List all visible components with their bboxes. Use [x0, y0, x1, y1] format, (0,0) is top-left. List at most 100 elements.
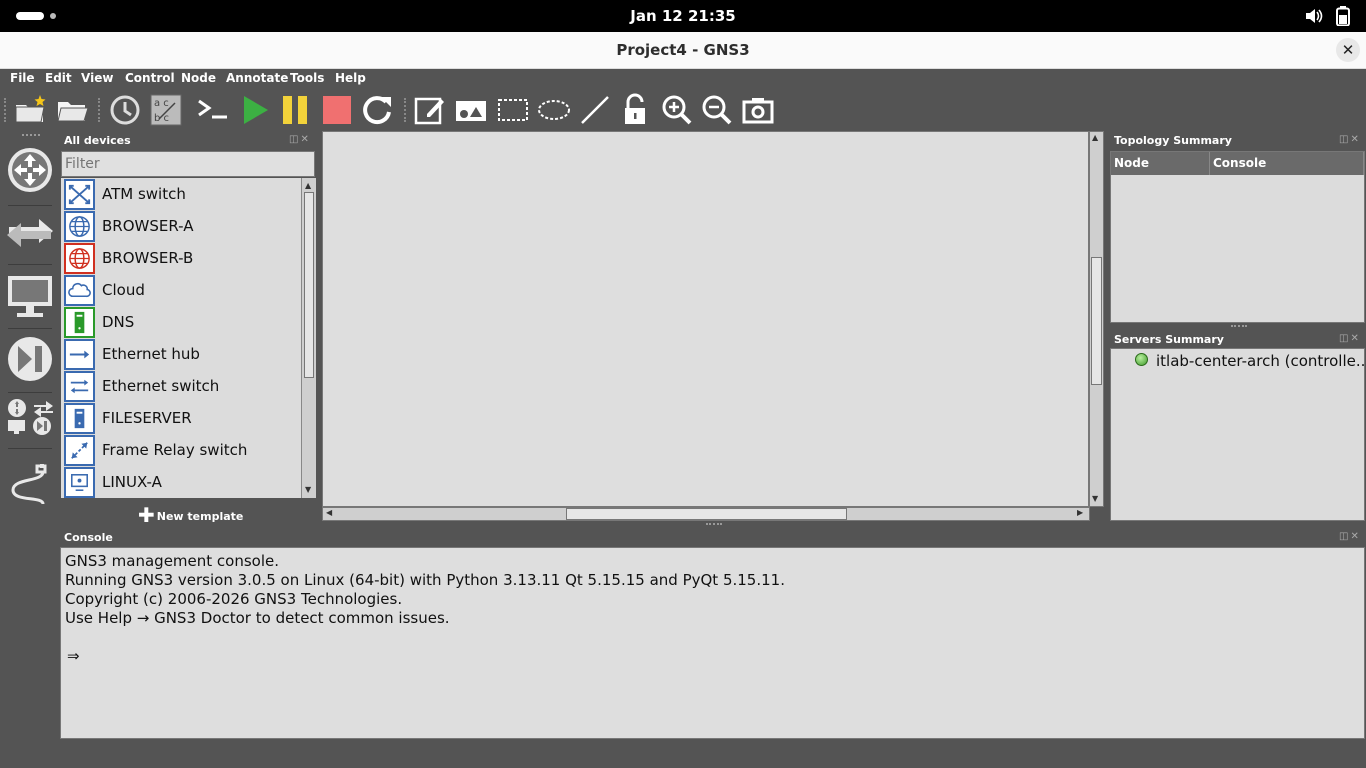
scroll-down-arrow-icon[interactable]: ▼ — [305, 485, 311, 494]
list-item-ethernet-hub[interactable]: Ethernet hub — [61, 338, 301, 370]
console-all-icon[interactable] — [196, 93, 230, 127]
list-item-cloud[interactable]: Cloud — [61, 274, 301, 306]
scroll-up-arrow-icon[interactable]: ▲ — [1092, 133, 1098, 142]
draw-line-icon[interactable] — [578, 93, 612, 127]
security-devices-icon[interactable] — [7, 336, 53, 382]
canvas-vertical-scrollbar[interactable]: ▲ ▼ — [1089, 131, 1104, 507]
scrollbar-thumb[interactable] — [566, 508, 847, 520]
canvas-horizontal-scrollbar[interactable]: ◀ ▶ — [322, 507, 1090, 521]
open-project-icon[interactable] — [55, 93, 89, 127]
frame-relay-icon — [64, 435, 95, 466]
suspend-all-icon[interactable] — [279, 93, 313, 127]
device-label: Ethernet hub — [102, 345, 200, 363]
menu-tools[interactable]: Tools — [290, 71, 324, 85]
zoom-in-icon[interactable] — [660, 93, 694, 127]
toolbar-grip[interactable] — [404, 98, 408, 122]
clock[interactable]: Jan 12 21:35 — [0, 7, 1366, 25]
plus-icon: ✚ — [138, 503, 155, 527]
toolbar-grip[interactable] — [4, 98, 8, 122]
main-toolbar: a c b c — [0, 90, 800, 130]
menu-help[interactable]: Help — [335, 71, 366, 85]
scroll-right-arrow-icon[interactable]: ▶ — [1077, 508, 1083, 517]
console-output[interactable]: GNS3 management console. Running GNS3 ve… — [60, 547, 1365, 739]
reload-all-icon[interactable] — [360, 93, 394, 127]
device-label: BROWSER-B — [102, 249, 194, 267]
menu-view[interactable]: View — [81, 71, 113, 85]
list-item-atm-switch[interactable]: ATM switch — [61, 178, 301, 210]
menu-file[interactable]: File — [10, 71, 35, 85]
snapshot-icon[interactable] — [108, 93, 142, 127]
splitter-handle[interactable] — [1231, 325, 1247, 328]
device-label: Cloud — [102, 281, 145, 299]
column-header-node[interactable]: Node — [1111, 152, 1210, 175]
menu-control[interactable]: Control — [125, 71, 175, 85]
device-label: FILESERVER — [102, 409, 192, 427]
device-label: BROWSER-A — [102, 217, 194, 235]
show-interface-labels-icon[interactable]: a c b c — [149, 93, 183, 127]
scrollbar-thumb[interactable] — [1091, 257, 1102, 385]
routers-icon[interactable] — [7, 147, 53, 193]
topology-summary-controls[interactable]: ◫✕ — [1339, 134, 1361, 145]
menu-edit[interactable]: Edit — [45, 71, 72, 85]
console-prompt[interactable]: ⇒ — [65, 647, 1360, 666]
start-all-icon[interactable] — [238, 93, 272, 127]
separator — [8, 328, 52, 329]
svg-text:a c: a c — [154, 98, 169, 109]
switches-icon[interactable] — [5, 213, 55, 253]
zoom-out-icon[interactable] — [700, 93, 734, 127]
scroll-down-arrow-icon[interactable]: ▼ — [1092, 494, 1098, 503]
close-window-button[interactable]: ✕ — [1336, 38, 1360, 62]
cloud-icon — [64, 275, 95, 306]
separator — [8, 448, 52, 449]
device-list: ATM switch BROWSER-A BROWSER-B Cloud DNS… — [61, 178, 301, 498]
servers-summary-controls[interactable]: ◫✕ — [1339, 333, 1361, 344]
end-devices-icon[interactable] — [7, 273, 53, 319]
stop-all-icon[interactable] — [320, 93, 354, 127]
console-line: Use Help → GNS3 Doctor to detect common … — [65, 609, 450, 627]
server-icon — [64, 403, 95, 434]
add-link-icon[interactable] — [7, 460, 53, 508]
device-list-scrollbar[interactable]: ▲ ▼ — [301, 178, 316, 498]
screenshot-icon[interactable] — [741, 93, 775, 127]
toolbar-grip[interactable] — [22, 134, 40, 137]
devices-panel-controls[interactable]: ◫✕ — [289, 134, 311, 145]
insert-picture-icon[interactable] — [454, 93, 488, 127]
draw-ellipse-icon[interactable] — [537, 93, 571, 127]
list-item-browser-a[interactable]: BROWSER-A — [61, 210, 301, 242]
volume-icon[interactable] — [1304, 7, 1324, 25]
new-project-icon[interactable] — [13, 93, 47, 127]
device-filter-input[interactable] — [61, 151, 315, 177]
add-note-icon[interactable] — [413, 93, 447, 127]
system-top-bar: Jan 12 21:35 — [0, 0, 1366, 32]
scrollbar-thumb[interactable] — [304, 192, 314, 378]
servers-summary-title: Servers Summary — [1114, 333, 1224, 346]
all-devices-icon[interactable] — [6, 398, 54, 436]
column-header-console[interactable]: Console — [1210, 152, 1364, 175]
list-item-dns[interactable]: DNS — [61, 306, 301, 338]
toolbar-grip[interactable] — [98, 98, 102, 122]
list-item-frame-relay-switch[interactable]: Frame Relay switch — [61, 434, 301, 466]
list-item-linux-a[interactable]: LINUX-A — [61, 466, 301, 498]
list-item-browser-b[interactable]: BROWSER-B — [61, 242, 301, 274]
menu-node[interactable]: Node — [181, 71, 216, 85]
battery-icon[interactable] — [1336, 6, 1350, 26]
new-template-button[interactable]: ✚ New template — [138, 501, 244, 527]
lock-items-icon[interactable] — [619, 93, 653, 127]
new-template-label: New template — [156, 510, 244, 523]
menu-annotate[interactable]: Annotate — [226, 71, 288, 85]
topology-canvas[interactable] — [322, 131, 1089, 507]
topology-summary-title: Topology Summary — [1114, 134, 1232, 147]
globe-icon — [64, 211, 95, 242]
draw-rectangle-icon[interactable] — [496, 93, 530, 127]
server-status-icon — [1135, 353, 1148, 366]
scroll-up-arrow-icon[interactable]: ▲ — [305, 181, 311, 190]
server-item[interactable]: itlab-center-arch (controlle... — [1156, 352, 1366, 370]
menu-bar: File Edit View Control Node Annotate Too… — [0, 69, 1366, 89]
list-item-fileserver[interactable]: FILESERVER — [61, 402, 301, 434]
servers-summary-list: itlab-center-arch (controlle... — [1110, 348, 1366, 521]
console-panel-controls[interactable]: ◫✕ — [1339, 531, 1361, 542]
scroll-left-arrow-icon[interactable]: ◀ — [326, 508, 332, 517]
list-item-ethernet-switch[interactable]: Ethernet switch — [61, 370, 301, 402]
splitter-handle[interactable] — [706, 523, 722, 526]
